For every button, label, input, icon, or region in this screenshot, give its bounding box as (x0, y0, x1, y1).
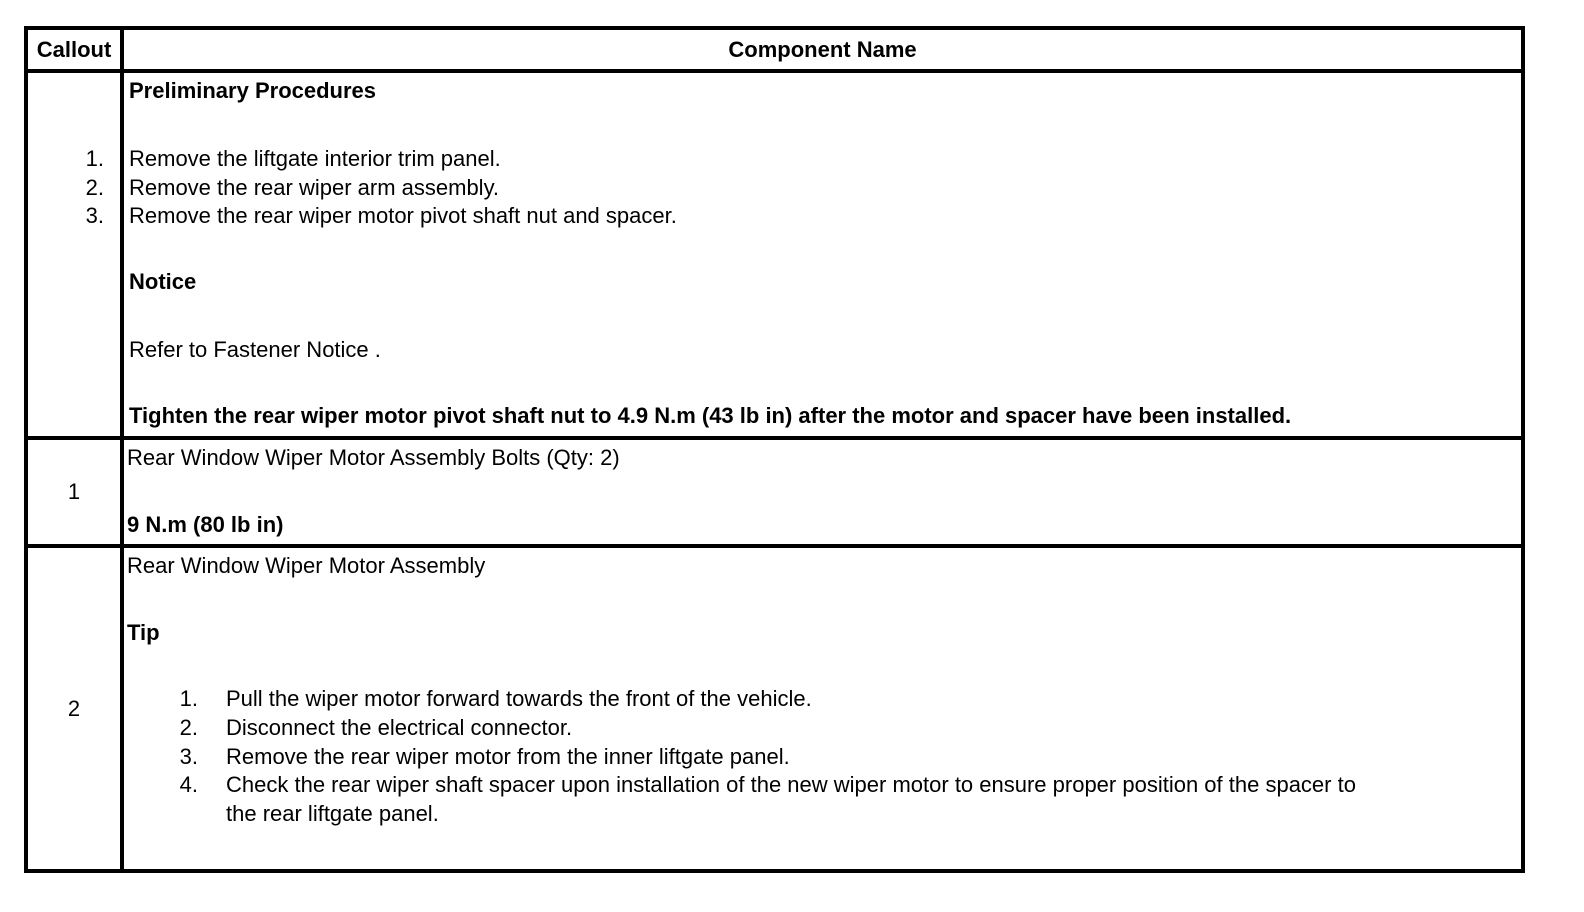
row1-callout: 1 (67, 479, 81, 504)
row-divider (28, 436, 1521, 440)
tip-step-text-continued: the rear liftgate panel. (226, 801, 439, 826)
step-text: Remove the rear wiper arm assembly. (129, 175, 500, 200)
step-number: 3. (85, 203, 104, 228)
tighten-instruction: Tighten the rear wiper motor pivot shaft… (129, 403, 1292, 428)
row2-component-name: Rear Window Wiper Motor Assembly (127, 553, 486, 578)
tip-step-number: 1. (179, 686, 198, 711)
header-callout: Callout (36, 37, 112, 62)
row-divider (28, 544, 1521, 548)
tip-title: Tip (127, 620, 160, 645)
step-number: 2. (85, 175, 104, 200)
tip-step-number: 2. (179, 715, 198, 740)
tip-step-text: Pull the wiper motor forward towards the… (226, 686, 812, 711)
row1-component-name: Rear Window Wiper Motor Assembly Bolts (… (127, 445, 620, 470)
row1-torque: 9 N.m (80 lb in) (127, 512, 284, 537)
step-text: Remove the liftgate interior trim panel. (129, 146, 501, 171)
tip-step-text: Check the rear wiper shaft spacer upon i… (226, 772, 1356, 797)
row2-callout: 2 (67, 696, 81, 721)
tip-step-text: Disconnect the electrical connector. (226, 715, 573, 740)
tip-step-number: 4. (179, 772, 198, 797)
step-number: 1. (85, 146, 104, 171)
header-component-name: Component Name (728, 37, 917, 62)
tip-step-text: Remove the rear wiper motor from the inn… (226, 744, 790, 769)
notice-title: Notice (129, 269, 197, 294)
tip-step-number: 3. (179, 744, 198, 769)
notice-text: Refer to Fastener Notice . (129, 337, 381, 362)
step-text: Remove the rear wiper motor pivot shaft … (129, 203, 677, 228)
procedure-table: Callout Component Name Preliminary Proce… (24, 26, 1525, 873)
preliminary-title: Preliminary Procedures (129, 78, 377, 103)
header-divider (28, 69, 1521, 73)
